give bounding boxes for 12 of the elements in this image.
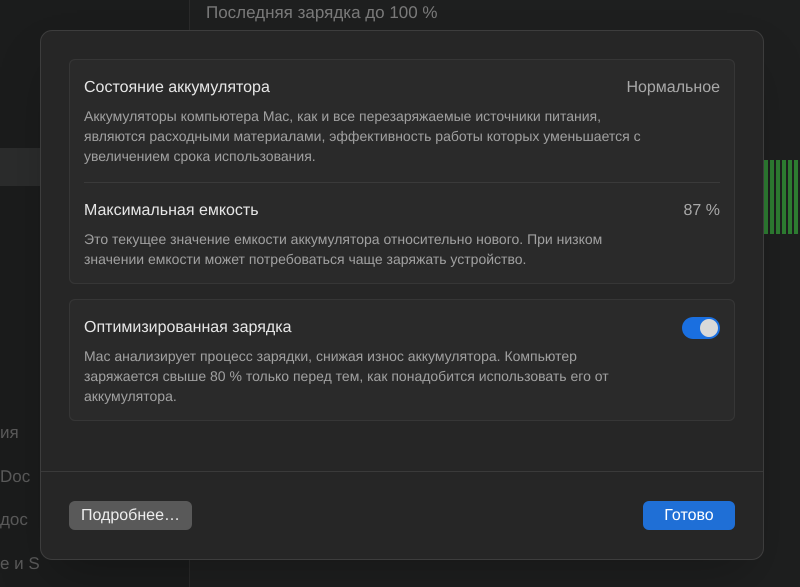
more-info-button[interactable]: Подробнее… (69, 501, 192, 530)
toggle-switch[interactable] (682, 317, 720, 339)
section-value: Нормальное (626, 78, 720, 98)
section-description: Mac анализирует процесс зарядки, снижая износ аккумулятора. Компьютер заряжается свыше 80 % только перед тем, как понадобится использовать его от аккумулятора. (84, 347, 610, 406)
section-description: Аккумуляторы компьютера Mac, как и все перезаряжаемые источники питания, являются расходными материалами, эффективность работы которых уменьшается с увеличением срока использования. (84, 107, 642, 166)
section-value: 87 % (684, 201, 720, 221)
section-description: Это текущее значение емкости аккумулятора относительно нового. При низком значении емкости может потребоваться чаще заряжать устройство. (84, 230, 604, 269)
section-title: Состояние аккумулятора (84, 78, 270, 98)
done-button[interactable]: Готово (643, 501, 735, 530)
section-title: Максимальная емкость (84, 201, 259, 221)
section-title: Оптимизированная зарядка (84, 318, 292, 338)
header-text: Последняя зарядка до 100 % (205, 2, 439, 24)
